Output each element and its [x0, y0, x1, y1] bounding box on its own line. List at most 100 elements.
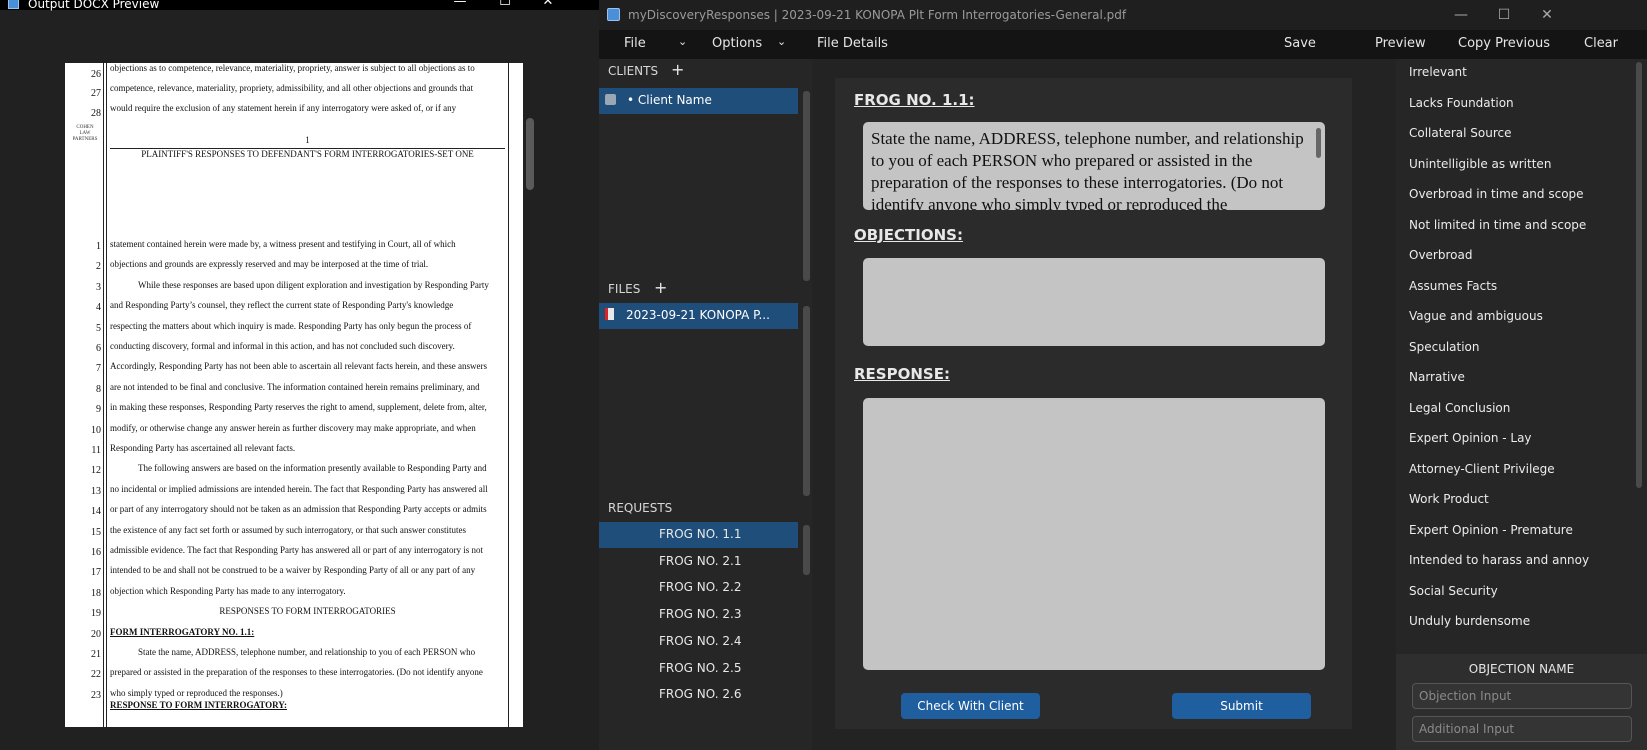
objection-item[interactable]: Lacks Foundation	[1409, 96, 1514, 110]
request-item[interactable]: FROG NO. 2.5	[659, 661, 741, 675]
objection-item[interactable]: Speculation	[1409, 340, 1480, 354]
clear-button[interactable]: Clear	[1584, 36, 1618, 51]
line-number: 8	[96, 383, 101, 395]
document-line: would require the exclusion of any state…	[110, 103, 457, 113]
clients-scrollbar[interactable]	[803, 91, 810, 281]
document-line: objections as to competence, relevance, …	[110, 63, 475, 73]
client-item[interactable]: • Client Name	[599, 88, 798, 114]
objection-item[interactable]: Overbroad in time and scope	[1409, 187, 1584, 201]
line-number: 19	[91, 608, 101, 620]
preview-window-title: Output DOCX Preview	[28, 0, 160, 11]
request-item[interactable]: FROG NO. 1.1	[659, 527, 741, 541]
pdf-icon	[605, 308, 614, 320]
objection-item[interactable]: Attorney-Client Privilege	[1409, 462, 1555, 476]
objection-name-panel: OBJECTION NAME	[1396, 654, 1647, 750]
objection-item[interactable]: Social Security	[1409, 584, 1498, 598]
preview-scrollbar[interactable]	[526, 118, 534, 190]
objection-item[interactable]: Overbroad	[1409, 248, 1472, 262]
line-number: 12	[91, 465, 101, 477]
document-line: or part of any interrogatory should not …	[110, 504, 487, 515]
response-textbox[interactable]	[863, 398, 1325, 670]
menu-file[interactable]: File	[624, 36, 646, 51]
request-item[interactable]: FROG NO. 2.3	[659, 607, 741, 621]
chevron-down-icon[interactable]: ⌄	[678, 35, 687, 48]
objection-item[interactable]: Collateral Source	[1409, 126, 1511, 140]
question-textbox[interactable]: State the name, ADDRESS, telephone numbe…	[863, 122, 1325, 210]
document-line: Accordingly, Responding Party has not be…	[110, 361, 488, 372]
requests-heading: REQUESTS	[608, 501, 673, 515]
copy-previous-button[interactable]: Copy Previous	[1458, 36, 1550, 51]
line-number: 4	[96, 302, 101, 314]
objections-title: OBJECTIONS:	[854, 226, 963, 244]
minimize-button[interactable]: —	[1451, 7, 1471, 23]
document-line: admissible evidence. The fact that Respo…	[110, 545, 483, 555]
app-window-title: myDiscoveryResponses | 2023-09-21 KONOPA…	[628, 8, 1127, 22]
line-number: 3	[96, 281, 101, 293]
objection-item[interactable]: Expert Opinion - Lay	[1409, 431, 1532, 445]
close-button[interactable]: ✕	[538, 0, 558, 10]
line-number: 21	[91, 649, 101, 660]
page-margin-rule	[508, 63, 509, 727]
line-number: 28	[91, 108, 101, 119]
page-number: 1	[305, 135, 310, 145]
files-heading: FILES	[608, 282, 641, 296]
request-item[interactable]: FROG NO. 2.1	[659, 554, 741, 568]
app-icon	[607, 8, 620, 21]
files-scrollbar[interactable]	[803, 306, 810, 496]
document-line: objections and grounds are expressly res…	[110, 259, 429, 270]
line-number: 11	[91, 445, 101, 456]
check-with-client-button[interactable]: Check With Client	[901, 693, 1040, 719]
document-line: statement contained herein were made by,…	[110, 239, 456, 249]
objection-item[interactable]: Work Product	[1409, 492, 1489, 506]
question-scrollbar[interactable]	[1316, 128, 1321, 158]
objection-item[interactable]: Unintelligible as written	[1409, 157, 1551, 171]
menu-options[interactable]: Options	[712, 36, 762, 51]
objections-scrollbar[interactable]	[1636, 62, 1642, 488]
page-margin-rule	[106, 63, 107, 727]
submit-button[interactable]: Submit	[1172, 693, 1311, 719]
minimize-button[interactable]: —	[450, 0, 470, 10]
line-number: 16	[91, 547, 101, 558]
request-item[interactable]: FROG NO. 2.6	[659, 687, 741, 701]
preview-button[interactable]: Preview	[1375, 36, 1426, 51]
request-item[interactable]: FROG NO. 2.2	[659, 580, 741, 594]
objection-item[interactable]: Not limited in time and scope	[1409, 218, 1586, 232]
objection-item[interactable]: Unduly burdensome	[1409, 614, 1530, 628]
close-button[interactable]: ✕	[1537, 7, 1557, 23]
objections-textbox[interactable]	[863, 258, 1325, 346]
additional-input[interactable]	[1412, 716, 1632, 742]
objection-input[interactable]	[1412, 683, 1632, 709]
maximize-button[interactable]: ☐	[495, 0, 515, 10]
firm-logo-text: COHEN LAW PARTNERS	[72, 125, 98, 142]
objection-item[interactable]: Intended to harass and annoy	[1409, 553, 1589, 567]
line-number: 20	[91, 628, 101, 640]
objection-item[interactable]: Assumes Facts	[1409, 279, 1497, 293]
docx-preview-window: Output DOCX Preview — ☐ ✕ 26 objections …	[0, 0, 599, 750]
document-line: State the name, ADDRESS, telephone numbe…	[138, 647, 476, 657]
line-number: 14	[91, 506, 101, 518]
frog-title: FROG NO. 1.1:	[854, 91, 975, 109]
menu-file-details[interactable]: File Details	[817, 36, 888, 51]
objection-item[interactable]: Vague and ambiguous	[1409, 309, 1543, 323]
objection-item[interactable]: Expert Opinion - Premature	[1409, 523, 1573, 537]
save-button[interactable]: Save	[1284, 36, 1316, 51]
maximize-button[interactable]: ☐	[1494, 7, 1514, 23]
document-line: are not intended to be final and conclus…	[110, 381, 480, 392]
line-number: 2	[96, 261, 101, 273]
app-window: myDiscoveryResponses | 2023-09-21 KONOPA…	[599, 0, 1647, 750]
document-line: and Responding Party’s counsel, they ref…	[110, 300, 454, 311]
add-file-button[interactable]: +	[654, 278, 667, 297]
line-number: 18	[91, 587, 101, 599]
chevron-down-icon[interactable]: ⌄	[777, 35, 786, 48]
file-item[interactable]: 2023-09-21 KONOPA P...	[599, 303, 798, 329]
add-client-button[interactable]: +	[671, 60, 684, 79]
page-footer: PLAINTIFF'S RESPONSES TO DEFENDANT'S FOR…	[141, 149, 474, 159]
objection-item[interactable]: Narrative	[1409, 370, 1465, 384]
document-line: RESPONSE TO FORM INTERROGATORY:	[110, 700, 287, 711]
objection-item[interactable]: Irrelevant	[1409, 65, 1467, 79]
file-name: 2023-09-21 KONOPA P...	[626, 308, 770, 322]
line-number: 27	[91, 88, 101, 99]
requests-scrollbar[interactable]	[803, 525, 810, 575]
objection-item[interactable]: Legal Conclusion	[1409, 401, 1510, 415]
request-item[interactable]: FROG NO. 2.4	[659, 634, 741, 648]
